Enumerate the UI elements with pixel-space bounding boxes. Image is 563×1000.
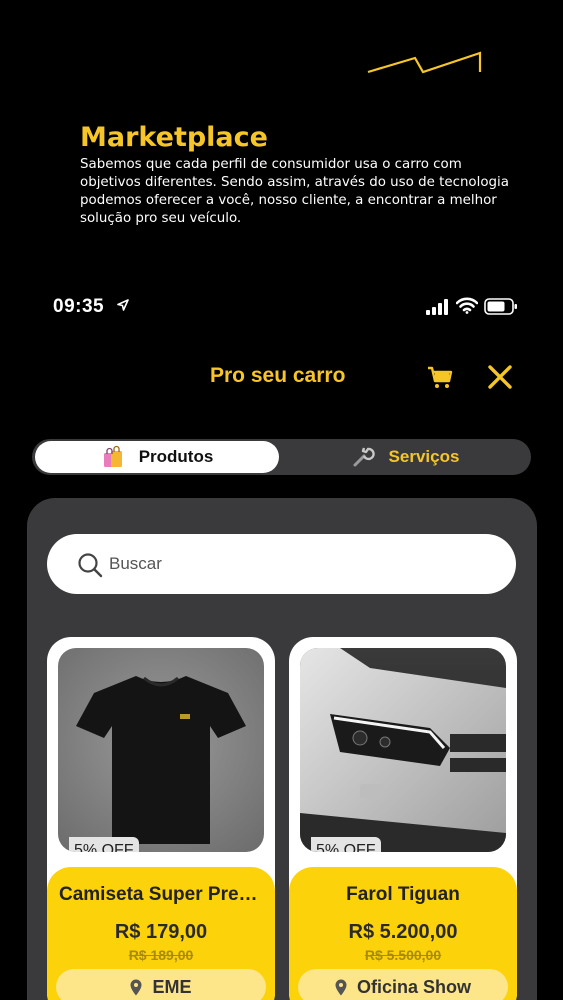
wifi-icon xyxy=(456,297,478,314)
search-bar[interactable] xyxy=(47,534,516,594)
product-info: Farol Tiguan R$ 5.200,00 R$ 5.500,00 Ofi… xyxy=(289,867,517,1000)
store-name: Oficina Show xyxy=(356,976,471,997)
location-pin-icon xyxy=(335,979,347,995)
page-header: Pro seu carro xyxy=(0,355,563,399)
discount-badge: 5% OFF xyxy=(69,837,139,852)
discount-badge: 5% OFF xyxy=(311,837,381,852)
product-info: Camiseta Super Premium R$ 179,00 R$ 189,… xyxy=(47,867,275,1000)
tab-servicos[interactable]: Serviços xyxy=(282,441,528,473)
product-name: Farol Tiguan xyxy=(346,884,460,905)
close-icon[interactable] xyxy=(485,362,515,392)
cellular-signal-icon xyxy=(426,299,448,315)
tab-servicos-label: Serviços xyxy=(388,447,460,466)
product-image: 5% OFF xyxy=(58,648,264,852)
product-price: R$ 5.200,00 xyxy=(348,921,458,943)
lightning-decoration-icon xyxy=(367,51,482,74)
page-title: Pro seu carro xyxy=(210,364,346,387)
product-name: Camiseta Super Premium xyxy=(59,884,275,905)
shopping-bags-icon xyxy=(103,445,122,467)
intro-title: Marketplace xyxy=(80,122,268,153)
tshirt-image xyxy=(58,648,264,852)
search-input[interactable] xyxy=(109,534,489,594)
product-card[interactable]: 5% OFF Farol Tiguan R$ 5.200,00 R$ 5.500… xyxy=(289,637,517,1000)
wrench-icon xyxy=(353,447,375,467)
status-time: 09:35 xyxy=(53,296,105,317)
tab-produtos[interactable]: Produtos xyxy=(35,441,279,473)
location-arrow-icon xyxy=(117,299,129,311)
store-button[interactable]: EME xyxy=(56,969,266,1000)
location-pin-icon xyxy=(130,979,142,995)
intro-section: Marketplace Sabemos que cada perfil de c… xyxy=(80,122,520,228)
product-old-price: R$ 189,00 xyxy=(128,947,194,963)
store-button[interactable]: Oficina Show xyxy=(298,969,508,1000)
tab-produtos-label: Produtos xyxy=(138,447,214,466)
segmented-tabs: Produtos Serviços xyxy=(32,439,531,475)
battery-icon xyxy=(484,298,517,315)
status-bar: 09:35 xyxy=(0,290,563,324)
product-old-price: R$ 5.500,00 xyxy=(364,947,442,963)
store-name: EME xyxy=(152,976,192,997)
intro-description: Sabemos que cada perfil de consumidor us… xyxy=(80,157,509,226)
product-price: R$ 179,00 xyxy=(114,921,208,943)
car-headlight-image xyxy=(300,648,506,852)
product-card[interactable]: 5% OFF Camiseta Super Premium R$ 179,00 … xyxy=(47,637,275,1000)
cart-icon[interactable] xyxy=(426,363,454,391)
search-icon xyxy=(78,553,103,578)
product-image: 5% OFF xyxy=(300,648,506,852)
